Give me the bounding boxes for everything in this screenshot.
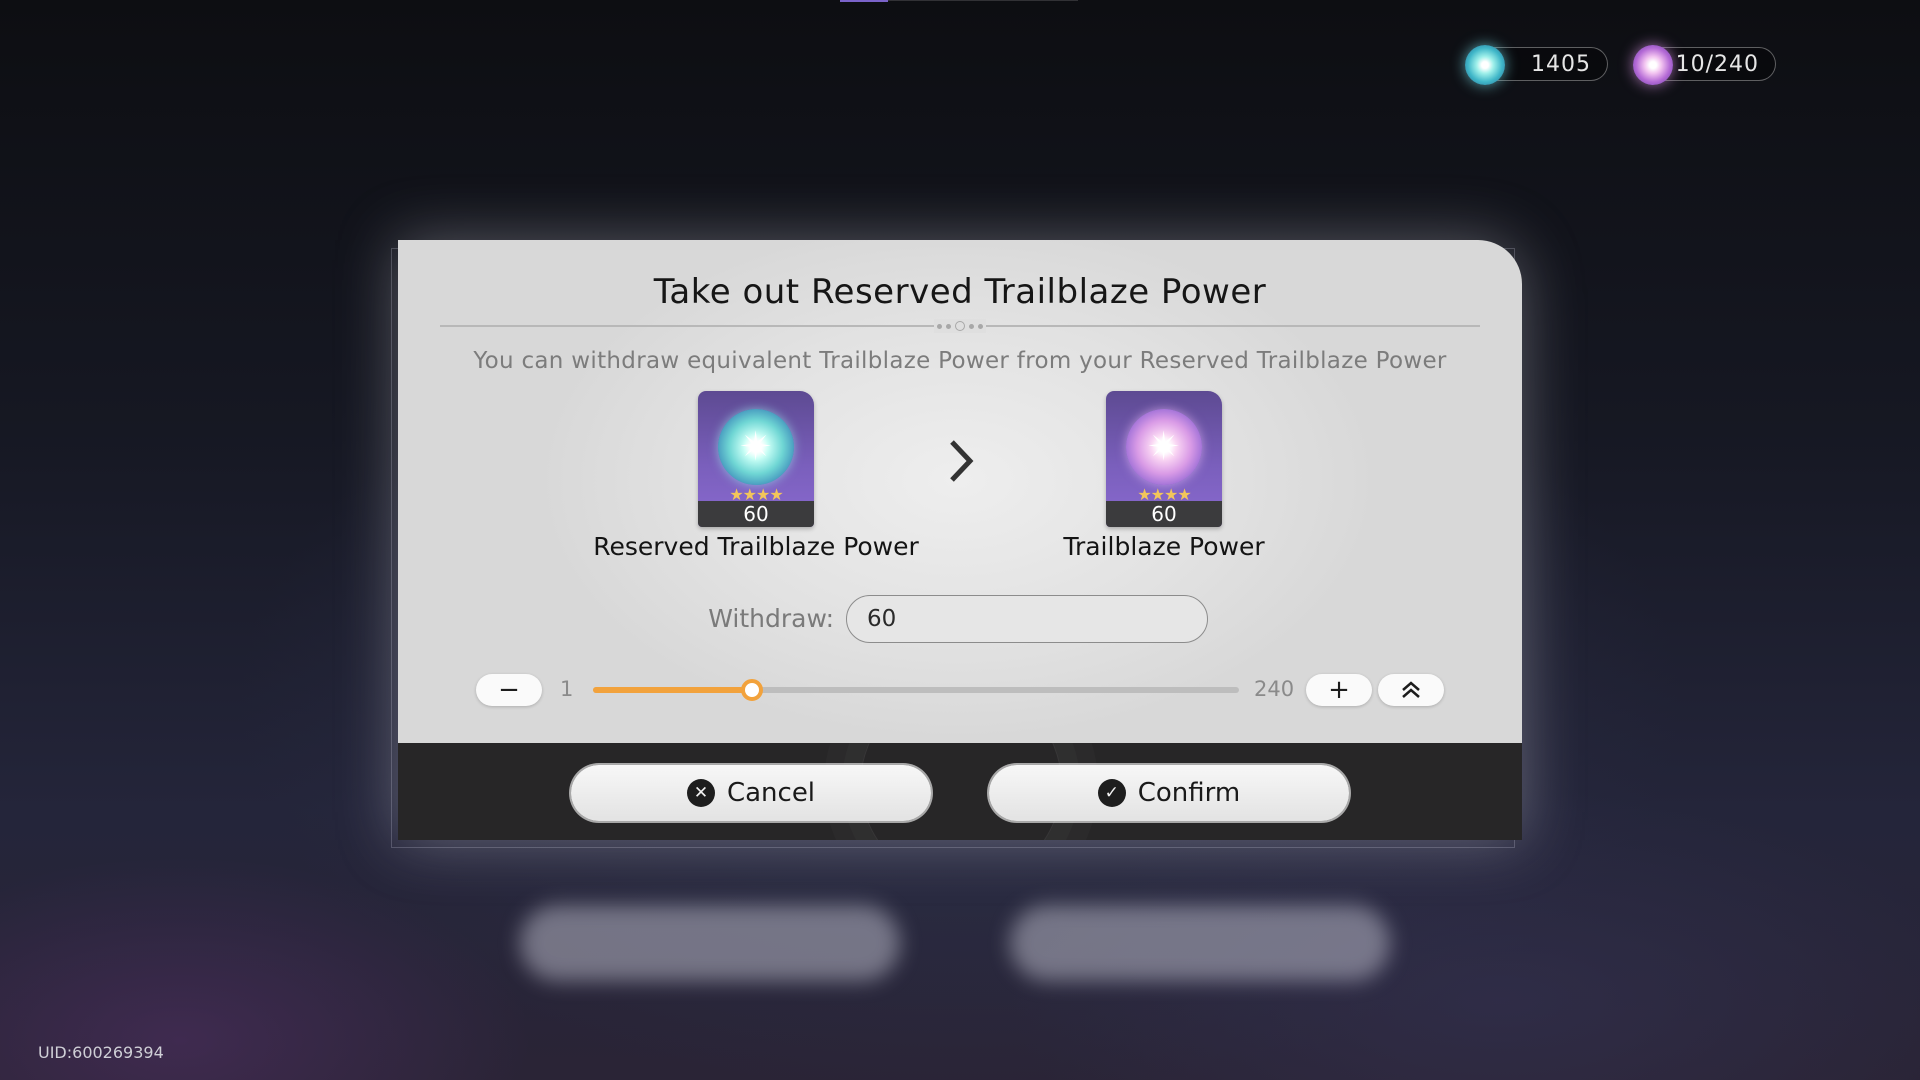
chevron-right-icon [950, 440, 974, 482]
confirm-button[interactable]: ✓ Confirm [989, 765, 1349, 821]
item-quantity: 60 [698, 501, 814, 527]
increase-button[interactable]: + [1306, 674, 1372, 706]
background-button-blurred [1010, 905, 1390, 981]
trailblaze-power-counter[interactable]: 10/240 [1633, 45, 1776, 85]
slider-thumb[interactable] [741, 679, 764, 701]
trailblaze-power-value: 10/240 [1675, 52, 1759, 77]
dialog-subtitle: You can withdraw equivalent Trailblaze P… [473, 348, 1447, 374]
stellar-jade-value: 1405 [1531, 52, 1591, 77]
slider-min-label: 1 [560, 677, 574, 701]
reserved-trailblaze-power-icon: ✴ [718, 409, 794, 485]
check-icon: ✓ [1097, 779, 1126, 807]
stellar-jade-icon [1465, 45, 1505, 85]
slider-fill [593, 687, 753, 693]
top-tab-indicator [840, 0, 888, 2]
stellar-jade-counter[interactable]: 1405 [1465, 45, 1608, 85]
trailblaze-power-card[interactable]: ✴ ★★★★ 60 [1106, 391, 1222, 527]
close-icon: ✕ [686, 779, 715, 807]
dialog-title: Take out Reserved Trailblaze Power [653, 272, 1267, 312]
slider-max-label: 240 [1254, 677, 1295, 701]
top-divider [888, 0, 1078, 1]
dialog-footer: ✕ Cancel ✓ Confirm [398, 743, 1522, 840]
dialog-body: Take out Reserved Trailblaze Power You c… [398, 240, 1522, 743]
source-item-label: Reserved Trailblaze Power [593, 532, 919, 561]
quantity-slider[interactable] [593, 679, 1239, 701]
max-button[interactable] [1378, 674, 1444, 706]
cancel-button[interactable]: ✕ Cancel [571, 765, 931, 821]
item-quantity: 60 [1106, 501, 1222, 527]
trailblaze-power-icon [1633, 45, 1673, 85]
target-item-label: Trailblaze Power [1063, 532, 1265, 561]
double-chevron-up-icon [1402, 681, 1420, 698]
background-button-blurred [520, 905, 900, 981]
trailblaze-power-item-icon: ✴ [1126, 409, 1202, 485]
divider-ornament [934, 319, 986, 333]
confirm-label: Confirm [1137, 778, 1241, 808]
withdraw-dialog: Take out Reserved Trailblaze Power You c… [398, 240, 1522, 840]
withdraw-input[interactable] [846, 595, 1208, 643]
cancel-label: Cancel [726, 778, 816, 808]
withdraw-label: Withdraw: [708, 604, 834, 633]
player-uid: UID:600269394 [38, 1043, 164, 1062]
decrease-button[interactable]: − [476, 674, 542, 706]
reserved-trailblaze-power-card[interactable]: ✴ ★★★★ 60 [698, 391, 814, 527]
